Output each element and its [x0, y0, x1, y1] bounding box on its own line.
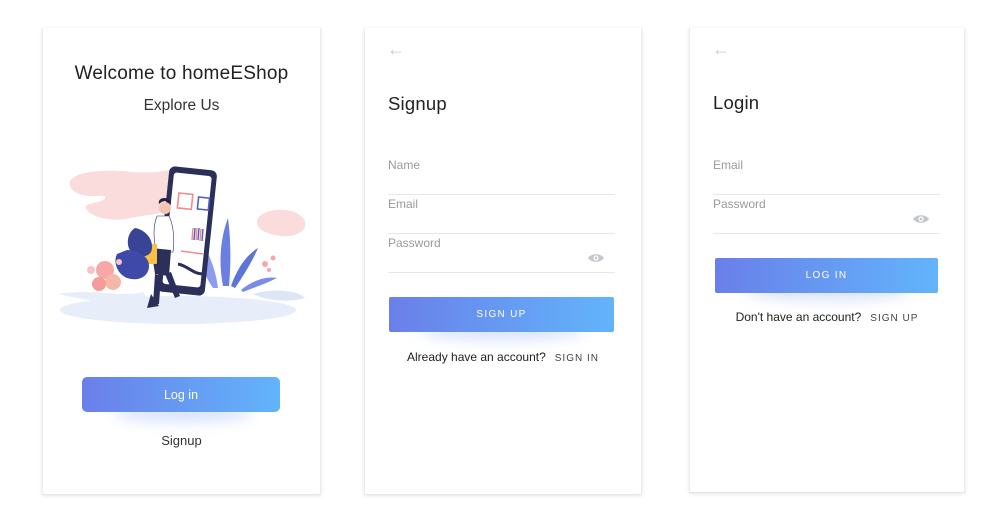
shopping-phone-illustration: [58, 166, 306, 324]
password-placeholder: Password: [388, 236, 441, 250]
signup-link[interactable]: SIGN UP: [870, 313, 918, 324]
welcome-subtitle: Explore Us: [143, 97, 220, 114]
login-card: ← Login Email Password LOG IN Don't have…: [689, 28, 965, 493]
login-password-field[interactable]: Password: [713, 195, 940, 234]
email-placeholder: Email: [713, 158, 744, 172]
signup-prompt-row: Don't have an account? SIGN UP: [690, 310, 964, 324]
eye-icon[interactable]: [912, 213, 930, 225]
login-email-field[interactable]: Email: [713, 156, 940, 195]
password-placeholder: Password: [713, 197, 766, 211]
name-field[interactable]: Name: [388, 156, 615, 195]
email-placeholder: Email: [388, 197, 419, 211]
signup-button[interactable]: SIGN UP: [389, 297, 614, 332]
email-field[interactable]: Email: [388, 195, 615, 234]
signin-link[interactable]: SIGN IN: [555, 353, 599, 364]
welcome-card: Welcome to homeEShop Explore Us Log in S…: [42, 28, 321, 495]
signup-title: Signup: [388, 93, 447, 114]
welcome-login-button[interactable]: Log in: [82, 377, 280, 412]
signup-card: ← Signup Name Email Password SIGN UP Alr…: [364, 28, 642, 495]
login-button[interactable]: LOG IN: [715, 258, 938, 293]
welcome-signup-link[interactable]: Signup: [43, 433, 320, 448]
welcome-title: Welcome to homeEShop: [74, 63, 289, 84]
back-arrow-icon[interactable]: ←: [712, 40, 730, 58]
back-arrow-icon[interactable]: ←: [387, 40, 405, 58]
login-title: Login: [713, 92, 760, 113]
password-field[interactable]: Password: [388, 234, 615, 273]
signup-prompt-text: Don't have an account?: [735, 310, 862, 324]
eye-icon[interactable]: [587, 252, 605, 264]
name-placeholder: Name: [388, 158, 421, 172]
signin-prompt-text: Already have an account?: [407, 350, 546, 364]
signin-prompt-row: Already have an account? SIGN IN: [365, 350, 641, 364]
